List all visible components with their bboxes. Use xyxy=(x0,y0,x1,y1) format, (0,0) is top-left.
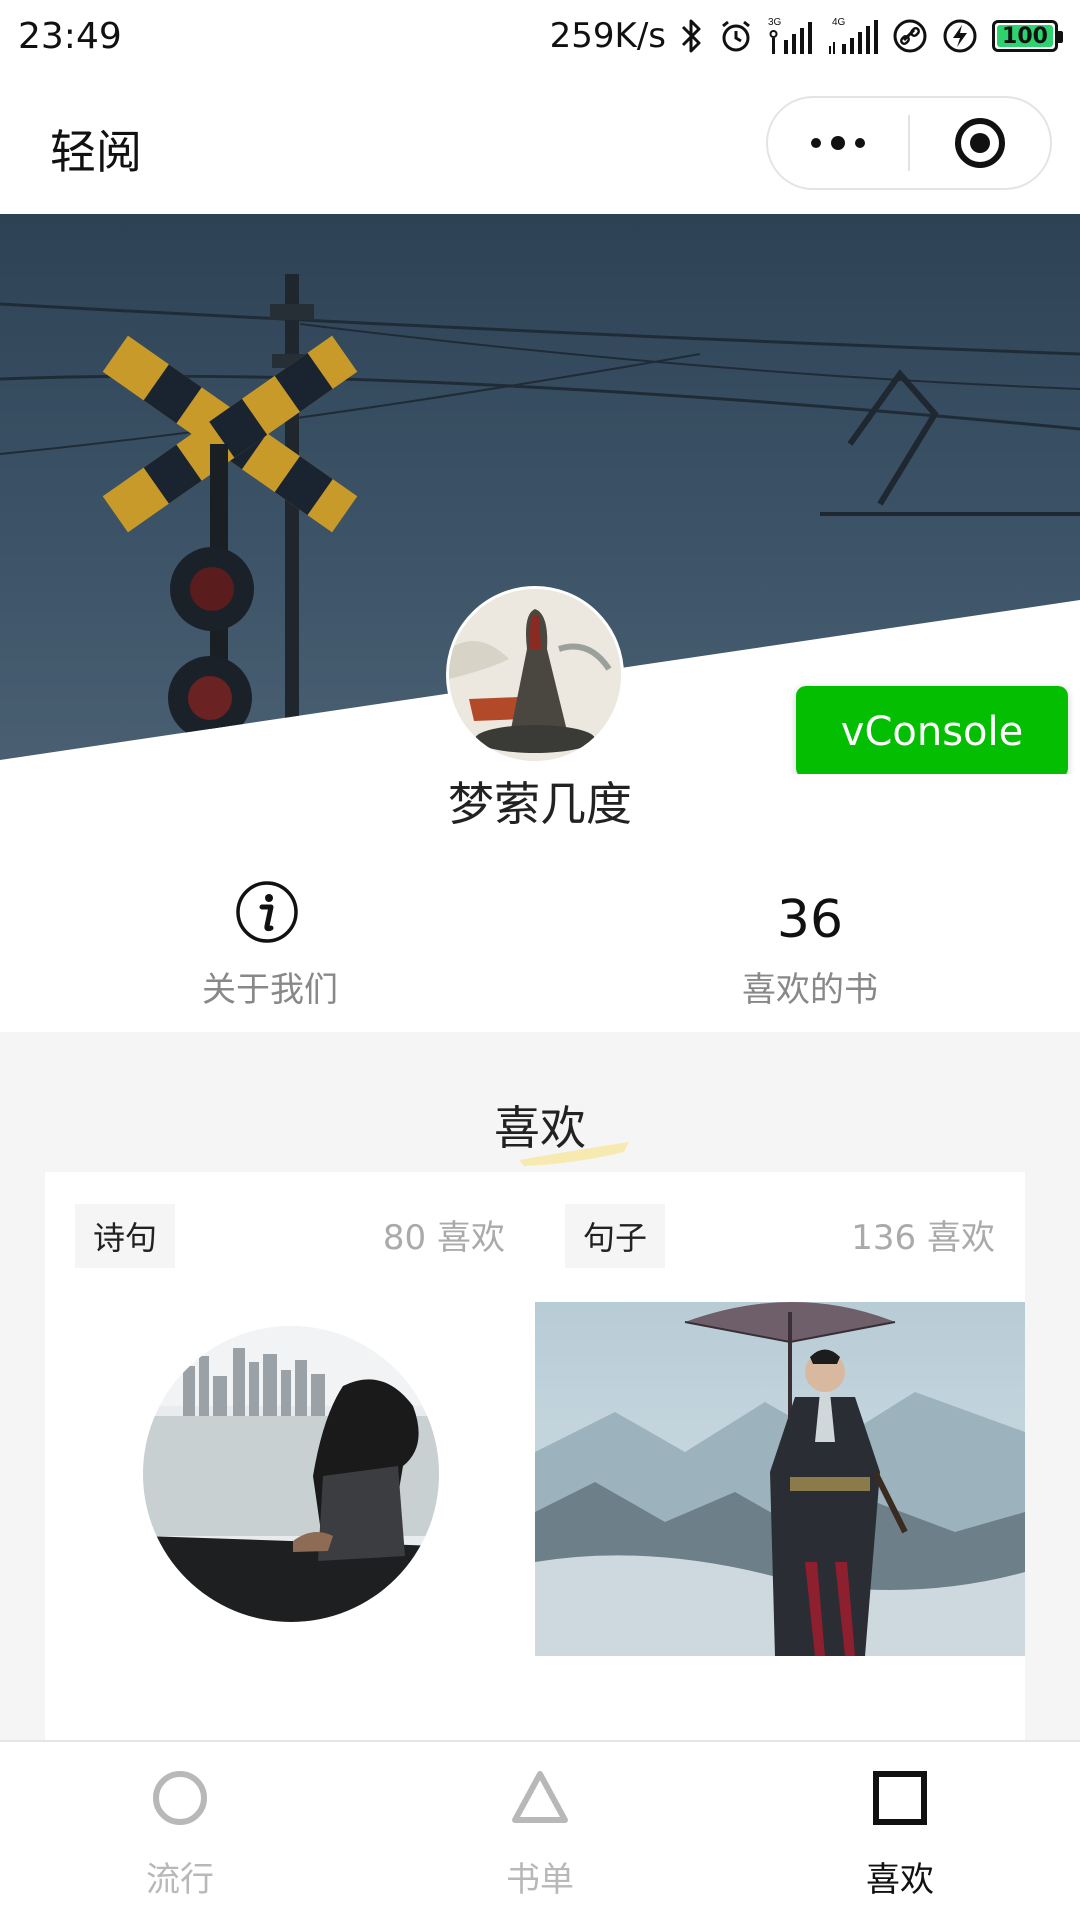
likes-card-panel: 诗句 80 喜欢 句子 136 喜欢 xyxy=(45,1172,1025,1832)
liked-books-stat[interactable]: 36 喜欢的书 xyxy=(540,870,1080,1030)
username: 梦萦几度 xyxy=(448,777,632,831)
target-circle-icon xyxy=(954,118,1005,168)
battery-icon: 100 xyxy=(992,20,1063,52)
charging-icon xyxy=(942,16,978,56)
more-button[interactable] xyxy=(768,96,908,190)
likes-section: 喜欢 诗句 80 喜欢 句子 136 喜欢 xyxy=(0,1032,1080,1832)
tab-label: 喜欢 xyxy=(866,1860,934,1900)
link-icon xyxy=(892,16,928,56)
square-icon xyxy=(873,1771,927,1825)
net-4g-label: 4G xyxy=(832,17,846,28)
net-3g-label: 3G xyxy=(768,17,782,28)
vconsole-button[interactable]: vConsole xyxy=(796,686,1068,774)
about-us-button[interactable]: 关于我们 xyxy=(0,870,540,1030)
bluetooth-icon xyxy=(680,16,704,56)
nav-bar: 轻阅 xyxy=(0,72,1080,214)
status-time: 23:49 xyxy=(18,16,122,57)
info-icon xyxy=(236,881,298,943)
card-type-tag: 句子 xyxy=(565,1204,666,1268)
tab-label: 书单 xyxy=(506,1860,574,1900)
liked-card[interactable]: 句子 136 喜欢 xyxy=(535,1172,1025,1692)
card-like-count: 136 喜欢 xyxy=(851,1218,995,1258)
page-title: 轻阅 xyxy=(50,125,142,179)
battery-level: 100 xyxy=(1002,23,1048,49)
close-mini-program-button[interactable] xyxy=(910,96,1050,190)
card-type-tag: 诗句 xyxy=(75,1204,176,1268)
avatar-image xyxy=(449,589,621,761)
status-icons: 259K/s 3G 4G 100 xyxy=(549,14,1063,58)
card-image xyxy=(143,1326,439,1622)
avatar[interactable] xyxy=(446,586,624,764)
more-dots-icon xyxy=(811,136,865,150)
tab-popular[interactable]: 流行 xyxy=(0,1742,360,1920)
triangle-icon xyxy=(512,1771,568,1823)
bottom-tab-bar: 流行 书单 喜欢 xyxy=(0,1740,1080,1920)
network-speed: 259K/s xyxy=(549,16,666,56)
circle-icon xyxy=(153,1771,207,1825)
mini-program-capsule xyxy=(766,96,1052,190)
alarm-icon xyxy=(718,16,754,56)
liked-books-label: 喜欢的书 xyxy=(742,970,878,1010)
liked-books-count: 36 xyxy=(776,890,844,950)
about-us-label: 关于我们 xyxy=(202,970,338,1010)
card-image xyxy=(535,1302,1025,1656)
tab-likes[interactable]: 喜欢 xyxy=(720,1742,1080,1920)
liked-card[interactable]: 诗句 80 喜欢 xyxy=(45,1172,535,1692)
status-bar: 23:49 259K/s 3G 4G 100 xyxy=(0,0,1080,72)
signal-4g-icon: 4G xyxy=(828,16,878,56)
profile-stats: 关于我们 36 喜欢的书 xyxy=(0,870,1080,1030)
tab-label: 流行 xyxy=(146,1860,214,1900)
signal-3g-icon: 3G xyxy=(768,16,814,56)
section-title: 喜欢 xyxy=(494,1092,629,1166)
card-like-count: 80 喜欢 xyxy=(382,1218,505,1258)
tab-booklist[interactable]: 书单 xyxy=(360,1742,720,1920)
